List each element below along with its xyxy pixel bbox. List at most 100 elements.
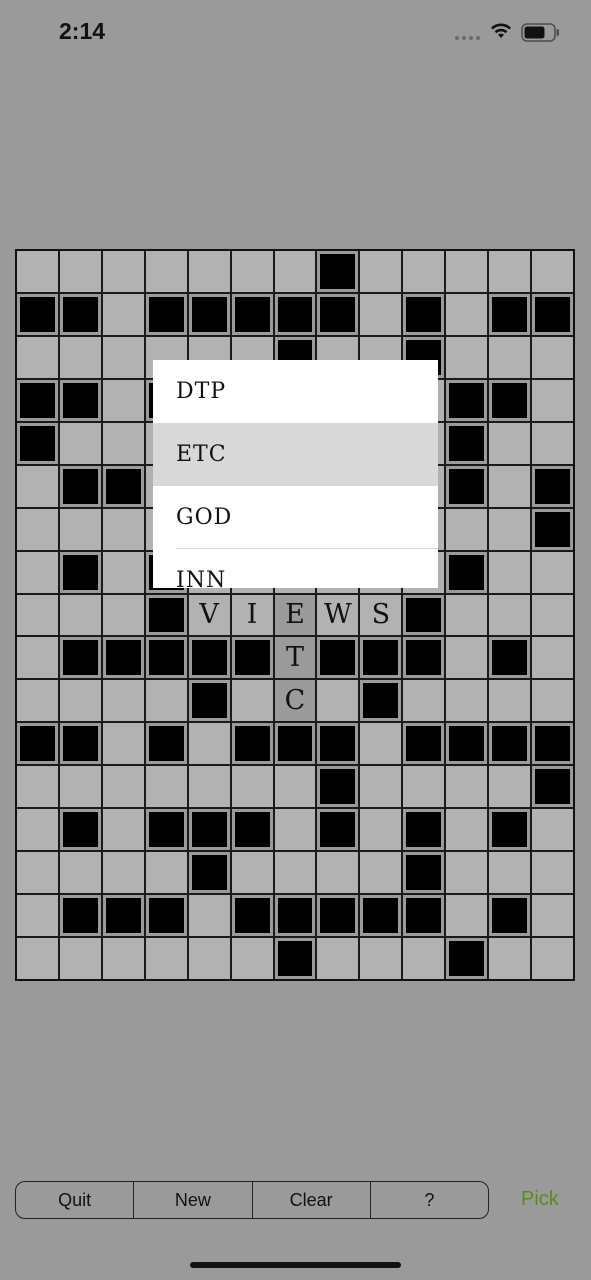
grid-cell[interactable] bbox=[17, 594, 58, 636]
grid-cell[interactable] bbox=[145, 938, 187, 979]
grid-cell[interactable] bbox=[532, 551, 573, 593]
grid-cell[interactable] bbox=[317, 852, 359, 894]
grid-cell[interactable] bbox=[102, 422, 144, 464]
grid-cell[interactable] bbox=[317, 938, 359, 979]
grid-cell[interactable] bbox=[145, 766, 187, 808]
grid-cell[interactable] bbox=[446, 852, 488, 894]
grid-cell[interactable] bbox=[17, 637, 58, 679]
grid-cell[interactable] bbox=[188, 723, 230, 765]
grid-cell[interactable] bbox=[446, 766, 488, 808]
grid-cell[interactable] bbox=[489, 251, 531, 292]
grid-cell[interactable] bbox=[446, 895, 488, 937]
grid-cell[interactable] bbox=[532, 594, 573, 636]
grid-cell[interactable] bbox=[360, 723, 402, 765]
grid-cell[interactable] bbox=[145, 852, 187, 894]
grid-cell[interactable] bbox=[145, 251, 187, 292]
word-option-inn[interactable]: INN bbox=[153, 549, 438, 588]
grid-cell[interactable] bbox=[403, 251, 445, 292]
grid-cell[interactable] bbox=[360, 938, 402, 979]
grid-cell[interactable] bbox=[102, 508, 144, 550]
grid-cell[interactable] bbox=[102, 551, 144, 593]
quit-button[interactable]: Quit bbox=[16, 1182, 135, 1218]
grid-cell[interactable] bbox=[532, 379, 573, 421]
grid-cell[interactable] bbox=[188, 251, 230, 292]
grid-cell[interactable] bbox=[532, 422, 573, 464]
grid-cell[interactable] bbox=[102, 766, 144, 808]
grid-cell[interactable] bbox=[489, 422, 531, 464]
grid-cell[interactable]: I bbox=[231, 594, 273, 636]
grid-cell[interactable] bbox=[59, 251, 101, 292]
grid-cell[interactable] bbox=[102, 594, 144, 636]
grid-cell[interactable] bbox=[446, 637, 488, 679]
grid-cell[interactable] bbox=[102, 809, 144, 851]
grid-cell[interactable] bbox=[360, 766, 402, 808]
grid-cell[interactable] bbox=[446, 336, 488, 378]
grid-cell[interactable] bbox=[59, 508, 101, 550]
grid-cell[interactable] bbox=[59, 594, 101, 636]
grid-cell[interactable] bbox=[59, 336, 101, 378]
grid-cell[interactable] bbox=[102, 680, 144, 722]
grid-cell[interactable] bbox=[231, 938, 273, 979]
grid-cell[interactable] bbox=[489, 508, 531, 550]
grid-cell[interactable] bbox=[317, 680, 359, 722]
grid-cell[interactable]: C bbox=[274, 680, 316, 722]
grid-cell[interactable] bbox=[489, 680, 531, 722]
grid-cell[interactable] bbox=[102, 938, 144, 979]
grid-cell[interactable] bbox=[489, 594, 531, 636]
grid-cell[interactable] bbox=[532, 251, 573, 292]
grid-cell[interactable] bbox=[17, 809, 58, 851]
grid-cell[interactable] bbox=[360, 293, 402, 335]
grid-cell[interactable] bbox=[360, 852, 402, 894]
grid-cell[interactable] bbox=[102, 293, 144, 335]
grid-cell[interactable] bbox=[188, 766, 230, 808]
grid-cell[interactable] bbox=[59, 766, 101, 808]
grid-cell[interactable] bbox=[188, 938, 230, 979]
grid-cell[interactable] bbox=[274, 251, 316, 292]
grid-cell[interactable] bbox=[532, 680, 573, 722]
grid-cell[interactable] bbox=[145, 680, 187, 722]
grid-cell[interactable] bbox=[59, 422, 101, 464]
grid-cell[interactable] bbox=[17, 680, 58, 722]
word-option-god[interactable]: GOD bbox=[153, 486, 438, 549]
grid-cell[interactable] bbox=[403, 766, 445, 808]
grid-cell[interactable] bbox=[446, 680, 488, 722]
grid-cell[interactable] bbox=[17, 336, 58, 378]
help-button[interactable]: ? bbox=[371, 1182, 488, 1218]
grid-cell[interactable]: V bbox=[188, 594, 230, 636]
grid-cell[interactable] bbox=[489, 766, 531, 808]
grid-cell[interactable]: S bbox=[360, 594, 402, 636]
grid-cell[interactable] bbox=[102, 379, 144, 421]
grid-cell[interactable] bbox=[489, 336, 531, 378]
grid-cell[interactable] bbox=[360, 809, 402, 851]
grid-cell[interactable] bbox=[231, 766, 273, 808]
grid-cell[interactable] bbox=[17, 938, 58, 979]
grid-cell[interactable] bbox=[231, 251, 273, 292]
grid-cell[interactable] bbox=[17, 251, 58, 292]
grid-cell[interactable] bbox=[489, 852, 531, 894]
grid-cell[interactable] bbox=[188, 895, 230, 937]
grid-cell[interactable] bbox=[403, 680, 445, 722]
grid-cell[interactable] bbox=[17, 551, 58, 593]
grid-cell[interactable] bbox=[532, 637, 573, 679]
grid-cell[interactable] bbox=[532, 852, 573, 894]
grid-cell[interactable] bbox=[17, 465, 58, 507]
grid-cell[interactable] bbox=[17, 508, 58, 550]
grid-cell[interactable] bbox=[59, 852, 101, 894]
grid-cell[interactable] bbox=[532, 895, 573, 937]
new-button[interactable]: New bbox=[134, 1182, 253, 1218]
grid-cell[interactable] bbox=[17, 766, 58, 808]
grid-cell[interactable] bbox=[102, 723, 144, 765]
clear-button[interactable]: Clear bbox=[253, 1182, 371, 1218]
pick-button[interactable]: Pick bbox=[521, 1188, 559, 1211]
grid-cell[interactable] bbox=[489, 551, 531, 593]
grid-cell[interactable] bbox=[532, 938, 573, 979]
grid-cell[interactable] bbox=[59, 680, 101, 722]
grid-cell[interactable]: W bbox=[317, 594, 359, 636]
grid-cell[interactable] bbox=[532, 336, 573, 378]
grid-cell[interactable] bbox=[102, 251, 144, 292]
grid-cell[interactable] bbox=[403, 938, 445, 979]
grid-cell[interactable] bbox=[446, 293, 488, 335]
grid-cell[interactable] bbox=[17, 895, 58, 937]
grid-cell[interactable] bbox=[274, 852, 316, 894]
grid-cell[interactable] bbox=[446, 594, 488, 636]
